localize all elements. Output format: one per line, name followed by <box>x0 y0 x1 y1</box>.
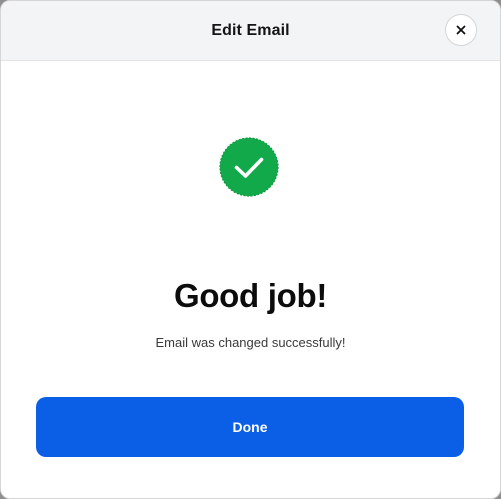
edit-email-dialog: Edit Email Good job! Email was changed s… <box>0 0 501 499</box>
dialog-header: Edit Email <box>1 1 500 61</box>
dialog-title: Edit Email <box>211 22 290 39</box>
check-circle-icon <box>219 137 279 197</box>
success-message: Email was changed successfully! <box>155 335 346 350</box>
close-icon <box>456 25 466 35</box>
close-button[interactable] <box>445 14 477 46</box>
done-button[interactable]: Done <box>36 397 464 457</box>
success-headline: Good job! <box>173 277 328 314</box>
